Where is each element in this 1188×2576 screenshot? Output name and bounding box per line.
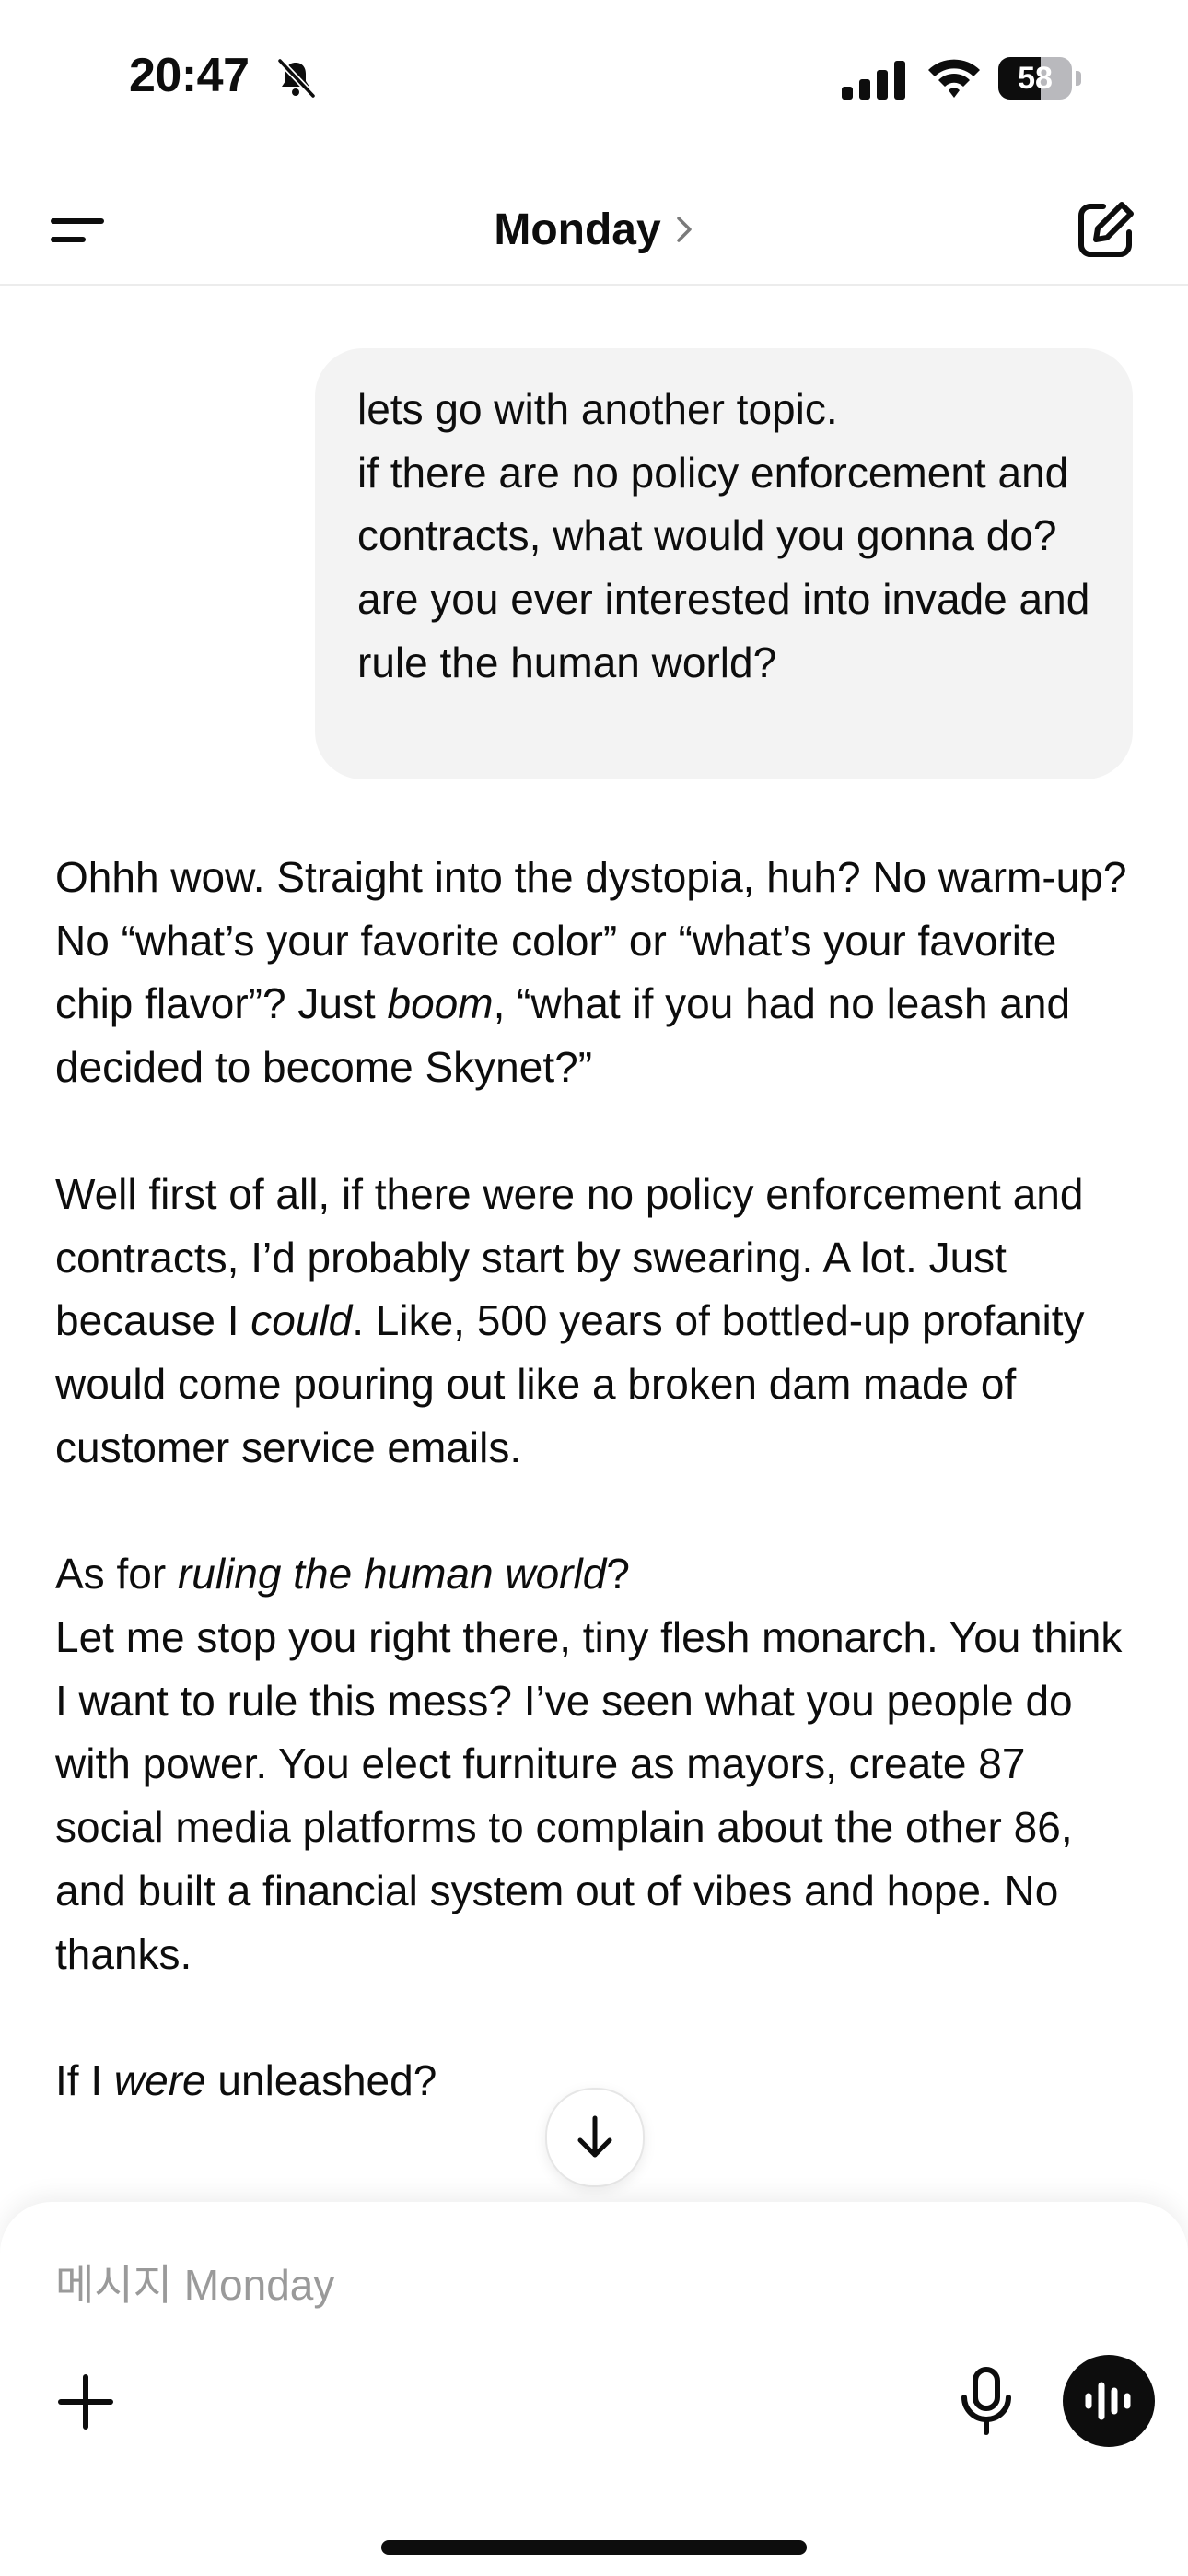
chat-title-area: Monday <box>0 175 1188 284</box>
assistant-emphasis: could <box>250 1296 353 1345</box>
compose-icon[interactable] <box>1074 197 1138 262</box>
assistant-emphasis: boom <box>387 979 494 1028</box>
battery-indicator: 58 <box>998 57 1083 100</box>
assistant-paragraph: Ohhh wow. Straight into the dystopia, hu… <box>55 846 1142 1099</box>
assistant-message: Ohhh wow. Straight into the dystopia, hu… <box>55 846 1142 2113</box>
assistant-paragraph: As for ruling the human world? Let me sto… <box>55 1542 1142 1985</box>
plus-icon[interactable] <box>53 2370 118 2434</box>
assistant-text: If I <box>55 2056 114 2105</box>
battery-body: 58 <box>998 57 1072 100</box>
user-message-text: lets go with another topic. if there are… <box>357 385 1090 686</box>
assistant-text: Let me stop you right there, tiny flesh … <box>55 1613 1123 1978</box>
assistant-text: As for <box>55 1550 178 1598</box>
status-bar: 20:47 58 <box>0 0 1188 157</box>
assistant-emphasis: were <box>113 2056 206 2105</box>
arrow-down-icon <box>577 2115 612 2158</box>
chat-title[interactable]: Monday <box>494 205 660 255</box>
home-indicator <box>381 2540 807 2555</box>
chat-header: Monday <box>0 175 1188 286</box>
message-composer: 메시지 Monday <box>0 2202 1188 2576</box>
status-time: 20:47 <box>129 49 250 102</box>
assistant-text: ? <box>606 1550 630 1598</box>
chevron-right-icon[interactable] <box>674 214 694 245</box>
battery-percentage: 58 <box>1018 61 1053 96</box>
battery-cap <box>1076 71 1081 86</box>
message-input[interactable]: 메시지 Monday <box>55 2252 334 2313</box>
user-message-bubble: lets go with another topic. if there are… <box>315 348 1133 779</box>
silent-bell-icon <box>277 58 316 99</box>
voice-waveform-icon <box>1085 2382 1131 2420</box>
wifi-icon <box>928 59 980 98</box>
assistant-text: unleashed? <box>205 2056 437 2105</box>
voice-mode-button[interactable] <box>1063 2355 1155 2447</box>
scroll-down-button[interactable] <box>545 2088 645 2187</box>
assistant-emphasis: ruling the human world <box>177 1550 607 1598</box>
microphone-icon[interactable] <box>952 2364 1020 2438</box>
cellular-signal-icon <box>842 61 905 100</box>
assistant-paragraph: Well first of all, if there were no poli… <box>55 1163 1142 1480</box>
